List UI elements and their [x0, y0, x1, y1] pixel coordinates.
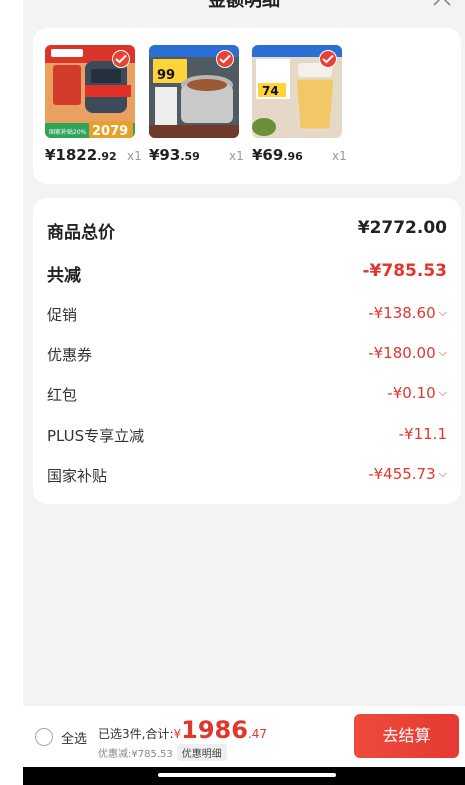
plus-value: -¥11.1 [398, 425, 447, 443]
plus-label: PLUS专享立减 [47, 427, 145, 445]
price-summary-card: 商品总价 ¥2772.00 共减 -¥785.53 促销 -¥138.60 ⌵ 优… [33, 198, 461, 504]
select-all-label[interactable]: 全选 [61, 728, 87, 747]
selected-count-text: 已选3件,合计: [98, 727, 174, 741]
summary-row-red-packet[interactable]: 红包 -¥0.10 ⌵ [47, 384, 447, 410]
discount-detail-button[interactable]: 优惠明细 [176, 744, 227, 761]
product-item-food-processor[interactable]: 74 ¥69.96 x1 [252, 45, 347, 164]
total-amount-decimal: .47 [247, 727, 268, 741]
price-integer: ¥69 [252, 146, 284, 164]
red-packet-value: -¥0.10 ⌵ [387, 384, 447, 402]
select-all-radio[interactable] [35, 728, 53, 746]
product-card: 国家补贴20% 2079 ¥1822.92 x1 99 ¥93.59 x1 74… [33, 28, 461, 184]
product-price: ¥93.59 [149, 146, 239, 164]
price-decimal: .96 [283, 150, 303, 163]
product-item-air-fryer[interactable]: 国家补贴20% 2079 ¥1822.92 x1 [45, 45, 142, 164]
product-price: ¥69.96 [252, 146, 342, 164]
reduce-label: 共减 [47, 266, 81, 286]
total-currency: ¥ [173, 727, 182, 741]
summary-row-national-subsidy[interactable]: 国家补贴 -¥455.73 ⌵ [47, 465, 447, 491]
selected-check-icon[interactable] [319, 50, 337, 68]
product-tag-price: 99 [157, 68, 175, 83]
sheet-header: 金额明细 [23, 0, 465, 16]
summary-row-coupon[interactable]: 优惠券 -¥180.00 ⌵ [47, 344, 447, 370]
product-quantity: x1 [229, 149, 244, 163]
left-edge [0, 0, 23, 785]
sheet-title: 金额明细 [208, 0, 280, 11]
product-image-air-fryer: 国家补贴20% 2079 [45, 45, 135, 138]
summary-row-promotion[interactable]: 促销 -¥138.60 ⌵ [47, 304, 447, 330]
selected-check-icon[interactable] [216, 50, 234, 68]
product-item-rice-cooker[interactable]: 99 ¥93.59 x1 [149, 45, 244, 164]
product-image-food-processor: 74 [252, 45, 342, 138]
summary-row-plus: PLUS专享立减 -¥11.1 [47, 425, 447, 451]
chevron-down-icon: ⌵ [438, 306, 447, 319]
selected-check-icon[interactable] [112, 50, 130, 68]
national-subsidy-value: -¥455.73 ⌵ [368, 465, 447, 483]
product-quantity: x1 [332, 149, 347, 163]
summary-row-reduce: 共减 -¥785.53 [47, 261, 447, 287]
checkout-bar: 全选 已选3件,合计:¥1986.47 优惠减:¥785.53 优惠明细 去结算 [23, 706, 465, 767]
total-value: ¥2772.00 [357, 218, 447, 238]
promotion-label: 促销 [47, 306, 78, 324]
reduce-value: -¥785.53 [362, 261, 448, 281]
total-amount-integer: 1986 [181, 716, 248, 744]
total-summary: 已选3件,合计:¥1986.47 [98, 716, 267, 744]
product-banner-text: 国家补贴20% [49, 128, 87, 136]
system-home-area [23, 767, 465, 785]
price-integer: ¥93 [149, 146, 181, 164]
home-indicator[interactable] [158, 773, 336, 777]
national-subsidy-label: 国家补贴 [47, 467, 108, 485]
chevron-down-icon: ⌵ [438, 386, 447, 399]
price-decimal: .92 [97, 150, 117, 163]
product-tag-price: 74 [262, 84, 279, 98]
close-icon[interactable] [431, 0, 453, 8]
discount-summary: 优惠减:¥785.53 优惠明细 [98, 744, 227, 761]
chevron-down-icon: ⌵ [438, 467, 447, 480]
product-price: ¥1822.92 [45, 146, 135, 164]
price-decimal: .59 [180, 150, 200, 163]
red-packet-label: 红包 [47, 386, 78, 404]
product-quantity: x1 [127, 149, 142, 163]
product-image-rice-cooker: 99 [149, 45, 239, 138]
product-tag-price: 2079 [92, 124, 128, 138]
summary-row-total: 商品总价 ¥2772.00 [47, 218, 447, 244]
coupon-value: -¥180.00 ⌵ [368, 344, 447, 362]
checkout-button[interactable]: 去结算 [354, 714, 459, 758]
chevron-down-icon: ⌵ [438, 346, 447, 359]
total-label: 商品总价 [47, 223, 115, 243]
discount-text: 优惠减:¥785.53 [98, 749, 173, 760]
promotion-value: -¥138.60 ⌵ [368, 304, 447, 322]
price-integer: ¥1822 [45, 146, 98, 164]
coupon-label: 优惠券 [47, 346, 93, 364]
